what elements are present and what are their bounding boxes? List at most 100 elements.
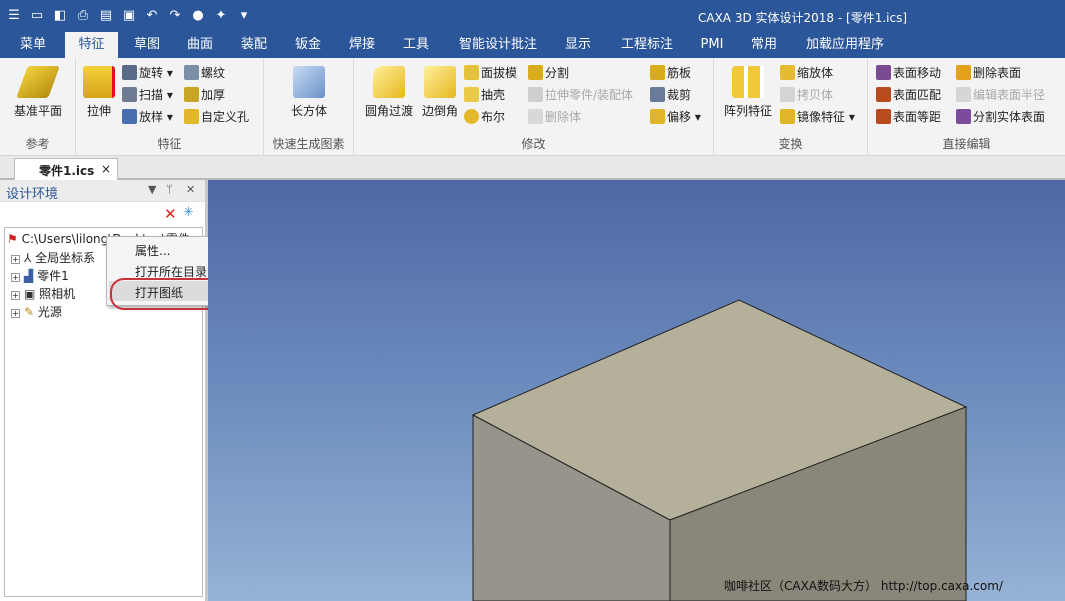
- tree-item-light[interactable]: + ✎ 光源: [11, 303, 62, 321]
- thicken-button[interactable]: 加厚: [184, 86, 225, 103]
- group-modify-label: 修改: [521, 137, 546, 151]
- undo-icon[interactable]: ↶: [142, 5, 162, 25]
- group-transform: 阵列特征 缩放体 拷贝体 镜像特征 ▾ 变换: [714, 58, 868, 156]
- tab-assembly[interactable]: 装配: [232, 32, 276, 58]
- loft-button[interactable]: 放样 ▾: [122, 108, 173, 125]
- thread-button[interactable]: 螺纹: [184, 64, 225, 81]
- panel-dropdown-icon[interactable]: ▼: [148, 183, 156, 196]
- folder-icon[interactable]: ▤: [96, 5, 116, 25]
- tab-load-apps[interactable]: 加载应用程序: [796, 32, 894, 58]
- custom-hole-label: 自定义孔: [201, 110, 250, 124]
- loft-label: 放样: [139, 110, 164, 124]
- redo-icon[interactable]: ↷: [165, 5, 185, 25]
- document-tab-label: 零件1.ics: [39, 164, 95, 178]
- split-face-label: 分割实体表面: [973, 110, 1046, 124]
- sparkle-icon[interactable]: ✦: [211, 5, 231, 25]
- expand-icon[interactable]: +: [11, 255, 20, 264]
- box-model[interactable]: [208, 180, 1065, 601]
- save-icon[interactable]: ▣: [119, 5, 139, 25]
- open-icon[interactable]: ◧: [50, 5, 70, 25]
- layers-icon[interactable]: ☰: [4, 5, 24, 25]
- copy-body-icon: [780, 87, 795, 102]
- sweep-button[interactable]: 扫描 ▾: [122, 86, 173, 103]
- array-feature-label: 阵列特征: [723, 104, 772, 118]
- revolve-button[interactable]: 旋转 ▾: [122, 64, 173, 81]
- tab-welding[interactable]: 焊接: [340, 32, 384, 58]
- match-face-label: 表面匹配: [893, 88, 942, 102]
- base-plane-button[interactable]: 基准平面: [8, 66, 68, 119]
- sweep-label: 扫描: [139, 88, 164, 102]
- group-feature: 拉伸 旋转 ▾ 扫描 ▾ 放样 ▾ 螺纹 加厚 自定义孔 特征: [76, 58, 264, 156]
- tree-item-camera[interactable]: + ▣ 照相机: [11, 285, 75, 303]
- tab-display[interactable]: 显示: [556, 32, 600, 58]
- draft-label: 面拔模: [481, 66, 518, 80]
- delete-body-icon: [528, 109, 543, 124]
- close-icon[interactable]: ×: [101, 162, 111, 176]
- ribbon-tab-bar: 菜单 特征 草图 曲面 装配 钣金 焊接 工具 智能设计批注 显示 工程标注 P…: [0, 32, 1065, 58]
- box-button[interactable]: 长方体: [284, 66, 334, 119]
- equidistant-face-label: 表面等距: [893, 110, 942, 124]
- new-file-icon[interactable]: ▭: [27, 5, 47, 25]
- pin-icon[interactable]: ᛘ: [166, 183, 173, 196]
- group-feature-label: 特征: [157, 137, 182, 151]
- chamfer-button[interactable]: 边倒角: [418, 66, 462, 119]
- tab-smart-design-annotation[interactable]: 智能设计批注: [450, 32, 546, 58]
- draft-button[interactable]: 面拔模: [464, 64, 517, 81]
- move-face-button[interactable]: 表面移动: [876, 64, 941, 81]
- dropdown-arrow-icon[interactable]: ▾: [234, 5, 254, 25]
- tab-engineering-annotation[interactable]: 工程标注: [612, 32, 682, 58]
- split-face-icon: [956, 109, 971, 124]
- equidistant-icon: [876, 109, 891, 124]
- expand-icon[interactable]: +: [11, 291, 20, 300]
- delete-icon[interactable]: ✕: [164, 205, 177, 223]
- tab-common[interactable]: 常用: [742, 32, 786, 58]
- tab-feature[interactable]: 特征: [65, 32, 118, 58]
- mirror-feature-button[interactable]: 镜像特征 ▾: [780, 108, 855, 125]
- split-face-button[interactable]: 分割实体表面: [956, 108, 1045, 125]
- tab-sketch[interactable]: 草图: [125, 32, 169, 58]
- custom-hole-button[interactable]: 自定义孔: [184, 108, 249, 125]
- tab-sheet-metal[interactable]: 钣金: [286, 32, 330, 58]
- print-preview-icon[interactable]: ⎙: [73, 5, 93, 25]
- tab-tools[interactable]: 工具: [394, 32, 438, 58]
- tree-item-part[interactable]: + ▟ 零件1: [11, 267, 69, 285]
- document-tab-bar: 零件1.ics ×: [0, 156, 1065, 180]
- tab-menu[interactable]: 菜单: [8, 32, 58, 58]
- material-icon[interactable]: ●: [188, 5, 208, 25]
- thread-label: 螺纹: [201, 66, 226, 80]
- box-icon: [293, 66, 325, 98]
- rib-button[interactable]: 筋板: [650, 64, 691, 81]
- split-button[interactable]: 分割: [528, 64, 569, 81]
- delete-face-label: 删除表面: [973, 66, 1022, 80]
- group-reference: 基准平面 参考: [0, 58, 76, 156]
- boolean-button[interactable]: 布尔: [464, 108, 505, 125]
- rib-icon: [650, 65, 665, 80]
- array-feature-button[interactable]: 阵列特征: [718, 66, 778, 119]
- expand-icon[interactable]: +: [11, 309, 20, 318]
- box-label: 长方体: [290, 104, 327, 118]
- offset-button[interactable]: 偏移 ▾: [650, 108, 701, 125]
- copy-body-button[interactable]: 拷贝体: [780, 86, 833, 103]
- delete-body-button[interactable]: 删除体: [528, 108, 581, 125]
- 3d-viewport[interactable]: [208, 180, 1065, 601]
- tree-item-global-coordinates[interactable]: + ⅄ 全局坐标系: [11, 249, 95, 267]
- extrude-part-button[interactable]: 拉伸零件/装配体: [528, 86, 633, 103]
- edit-face-radius-button[interactable]: 编辑表面半径: [956, 86, 1045, 103]
- delete-face-button[interactable]: 删除表面: [956, 64, 1021, 81]
- tab-surface[interactable]: 曲面: [178, 32, 222, 58]
- title-bar: ☰ ▭ ◧ ⎙ ▤ ▣ ↶ ↷ ● ✦ ▾ CAXA 3D 实体设计2018 -…: [0, 0, 1065, 32]
- shell-icon: [464, 87, 479, 102]
- match-face-button[interactable]: 表面匹配: [876, 86, 941, 103]
- scale-body-button[interactable]: 缩放体: [780, 64, 833, 81]
- trim-button[interactable]: 裁剪: [650, 86, 691, 103]
- shell-button[interactable]: 抽壳: [464, 86, 505, 103]
- expand-icon[interactable]: +: [11, 273, 20, 282]
- panel-close-icon[interactable]: ✕: [186, 183, 195, 196]
- extrude-button[interactable]: 拉伸: [82, 66, 116, 119]
- document-tab[interactable]: 零件1.ics ×: [14, 158, 118, 180]
- equidistant-face-button[interactable]: 表面等距: [876, 108, 941, 125]
- move-face-label: 表面移动: [893, 66, 942, 80]
- fillet-button[interactable]: 圆角过渡: [362, 66, 416, 119]
- sparkle-search-icon[interactable]: ✳: [183, 205, 194, 220]
- tab-pmi[interactable]: PMI: [692, 32, 732, 58]
